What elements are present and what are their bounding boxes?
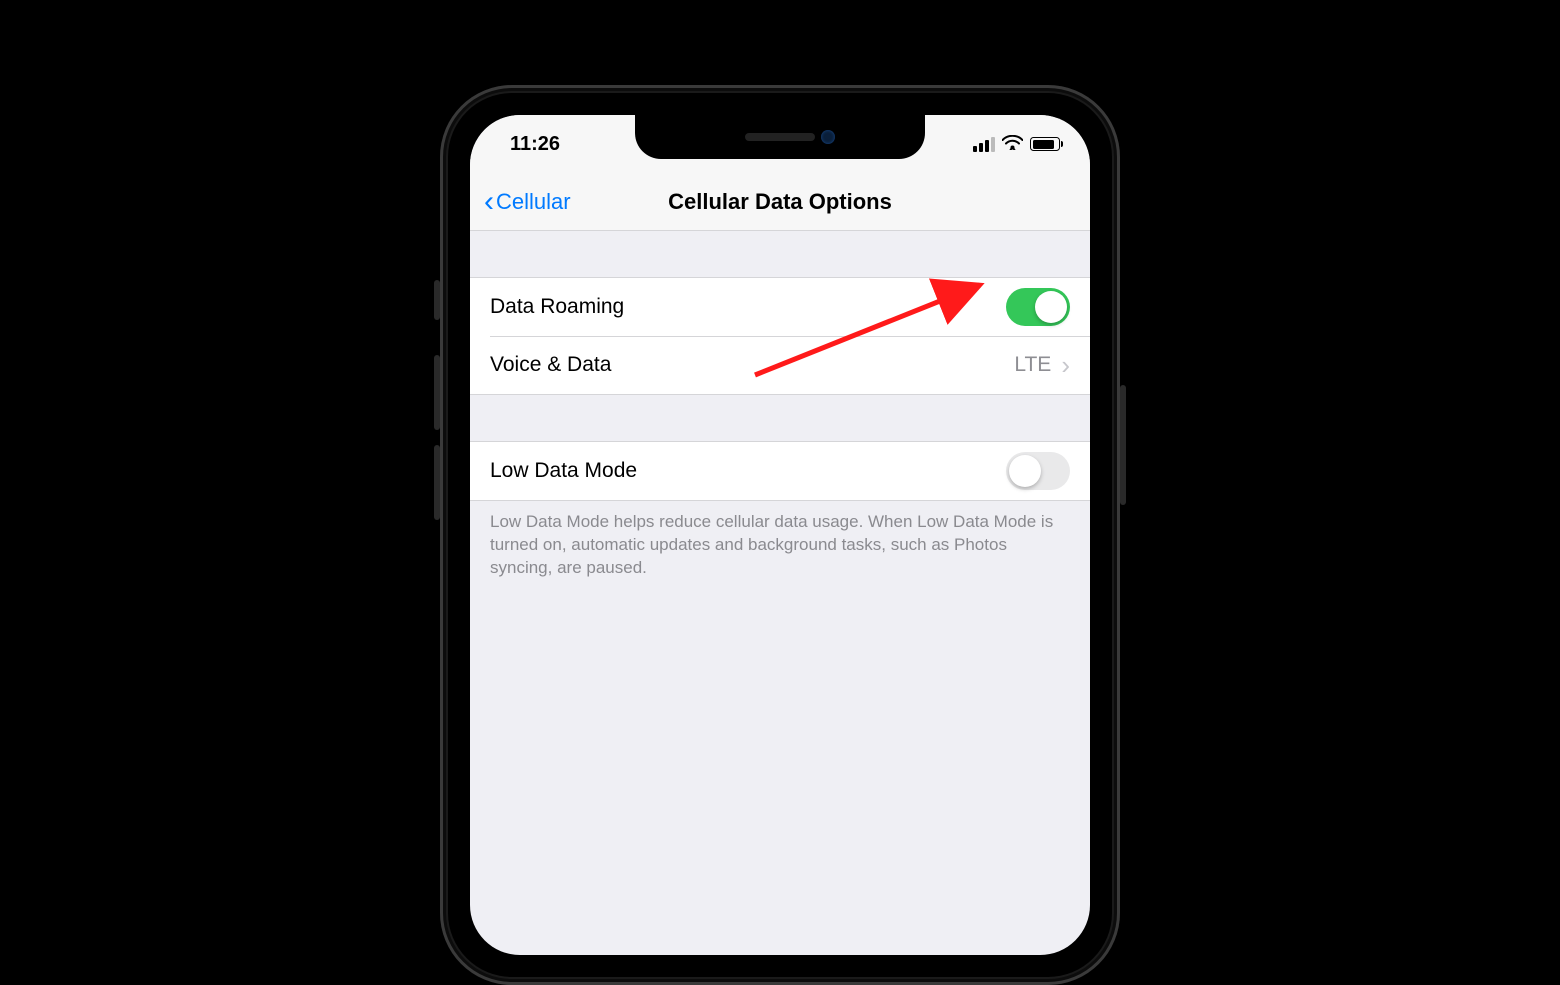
row-voice-data[interactable]: Voice & Data LTE › <box>470 336 1090 394</box>
row-label: Data Roaming <box>490 295 624 319</box>
toggle-data-roaming[interactable] <box>1006 288 1070 326</box>
silence-switch <box>434 280 440 320</box>
page-title: Cellular Data Options <box>668 189 892 215</box>
chevron-left-icon: ‹ <box>484 187 494 217</box>
toggle-low-data-mode[interactable] <box>1006 452 1070 490</box>
front-camera <box>821 130 835 144</box>
status-time: 11:26 <box>510 133 560 156</box>
volume-up-button <box>434 355 440 430</box>
back-button[interactable]: ‹ Cellular <box>484 187 571 217</box>
footer-description: Low Data Mode helps reduce cellular data… <box>470 501 1090 600</box>
back-label: Cellular <box>496 189 571 215</box>
wifi-icon <box>1002 135 1023 154</box>
navigation-bar: ‹ Cellular Cellular Data Options <box>470 173 1090 231</box>
row-value: LTE <box>1014 353 1051 377</box>
row-data-roaming[interactable]: Data Roaming <box>470 278 1090 336</box>
row-label: Voice & Data <box>490 353 611 377</box>
cellular-signal-icon <box>973 137 995 152</box>
screen: 11:26 <box>470 115 1090 955</box>
settings-group-1: Data Roaming Voice & Data LTE › <box>470 277 1090 395</box>
row-low-data-mode[interactable]: Low Data Mode <box>470 442 1090 500</box>
chevron-right-icon: › <box>1061 350 1070 381</box>
notch <box>635 115 925 159</box>
battery-icon <box>1030 137 1060 151</box>
phone-mockup: 11:26 <box>440 85 1120 985</box>
power-button <box>1120 385 1126 505</box>
row-label: Low Data Mode <box>490 459 637 483</box>
volume-down-button <box>434 445 440 520</box>
settings-group-2: Low Data Mode <box>470 441 1090 501</box>
speaker-grille <box>745 133 815 141</box>
